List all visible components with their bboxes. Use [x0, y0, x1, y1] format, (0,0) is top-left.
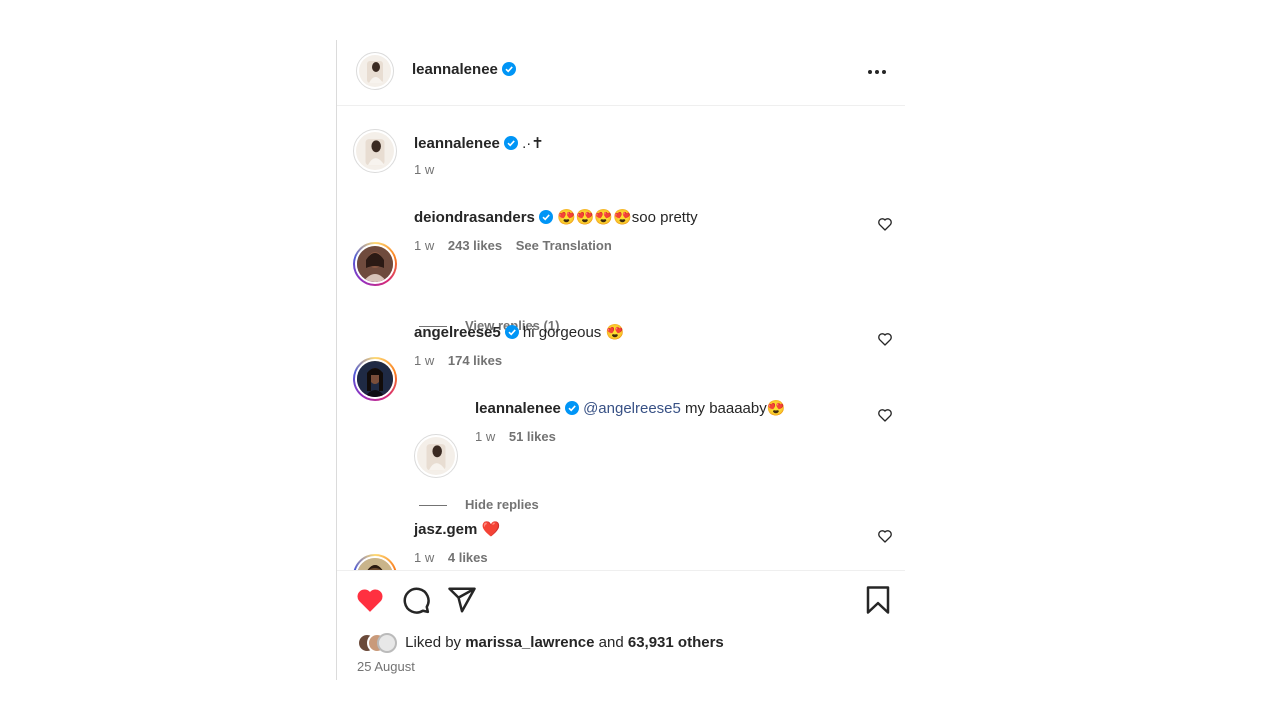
likes-count[interactable]: 51 likes	[509, 429, 556, 444]
avatar[interactable]	[353, 554, 397, 570]
timestamp[interactable]: 1 w	[475, 429, 495, 444]
reply-text: leannalenee @angelreese5 my baaaaby😍	[475, 399, 785, 417]
caption-body: .·✝	[522, 135, 544, 152]
timestamp[interactable]: 1 w	[414, 162, 434, 177]
like-heart-icon[interactable]	[877, 528, 893, 544]
verified-badge-icon	[501, 62, 516, 76]
like-heart-filled-icon[interactable]	[355, 585, 385, 615]
like-heart-icon[interactable]	[877, 216, 893, 232]
see-translation-link[interactable]: See Translation	[516, 238, 612, 253]
comment-body: 😍😍😍😍soo pretty	[557, 209, 698, 226]
caption-text: leannalenee .·✝	[414, 134, 544, 152]
like-heart-icon[interactable]	[877, 407, 893, 423]
avatar	[377, 633, 397, 653]
likes-total[interactable]: 63,931 others	[628, 634, 724, 651]
comment-icon[interactable]	[401, 585, 431, 615]
hide-replies-label[interactable]: Hide replies	[465, 497, 539, 512]
verified-badge-icon	[504, 325, 519, 339]
hide-replies-link[interactable]: Hide replies	[419, 497, 539, 512]
verified-badge-icon	[564, 401, 579, 415]
comment-body: ❤️	[481, 520, 501, 538]
comment-text: angelreese5 hi gorgeous 😍	[414, 323, 624, 341]
profile-photo-icon	[356, 132, 394, 170]
liked-by-username[interactable]: marissa_lawrence	[465, 634, 594, 651]
liked-by-row: Liked by marissa_lawrence and 63,931 oth…	[357, 633, 724, 653]
timestamp[interactable]: 1 w	[414, 353, 434, 368]
mention-link[interactable]: @angelreese5	[583, 400, 681, 417]
comment-username[interactable]: angelreese5	[414, 324, 501, 341]
reply-username[interactable]: leannalenee	[475, 400, 561, 417]
liked-by-mid: and	[594, 634, 628, 651]
comments-list: leannalenee .·✝ 1 w deiondrasanders 😍😍😍😍…	[337, 106, 905, 570]
header-username-text[interactable]: leannalenee	[412, 61, 498, 78]
avatar[interactable]	[356, 52, 394, 90]
avatar[interactable]	[353, 357, 397, 401]
reply-meta: 1 w 51 likes	[475, 429, 566, 444]
like-heart-icon[interactable]	[877, 331, 893, 347]
profile-photo-icon	[357, 246, 393, 282]
avatar[interactable]	[414, 434, 458, 478]
comment-username[interactable]: deiondrasanders	[414, 209, 535, 226]
profile-photo-icon	[359, 55, 391, 87]
reply-body: my baaaaby😍	[680, 400, 786, 417]
post-panel: leannalenee leannalenee .·✝ 1 w deiondra…	[336, 40, 905, 680]
more-options-icon[interactable]	[865, 62, 889, 82]
comment-text: jasz.gem ❤️	[414, 520, 500, 538]
comment-text: deiondrasanders 😍😍😍😍soo pretty	[414, 208, 698, 226]
likes-count[interactable]: 4 likes	[448, 550, 488, 565]
comment-meta: 1 w 4 likes	[414, 550, 498, 565]
avatar-photo	[355, 244, 395, 284]
header-username[interactable]: leannalenee	[412, 61, 516, 78]
likes-count[interactable]: 243 likes	[448, 238, 502, 253]
comment-meta: 1 w 174 likes	[414, 353, 512, 368]
avatar-photo	[355, 359, 395, 399]
post-header: leannalenee	[337, 40, 905, 106]
profile-photo-icon	[357, 361, 393, 397]
replies-divider	[419, 505, 447, 507]
comment-username[interactable]: jasz.gem	[414, 521, 477, 538]
share-icon[interactable]	[447, 585, 477, 615]
post-actions: Liked by marissa_lawrence and 63,931 oth…	[337, 570, 905, 681]
avatar[interactable]	[353, 129, 397, 173]
liked-by-prefix: Liked by	[405, 634, 466, 651]
avatar-photo	[355, 556, 395, 570]
comment-meta: 1 w 243 likes See Translation	[414, 238, 622, 253]
comment-body: hi gorgeous 😍	[522, 324, 625, 341]
timestamp[interactable]: 1 w	[414, 238, 434, 253]
caption-meta: 1 w	[414, 162, 444, 177]
liker-avatars[interactable]	[357, 633, 397, 653]
profile-photo-icon	[417, 437, 455, 475]
timestamp[interactable]: 1 w	[414, 550, 434, 565]
post-date[interactable]: 25 August	[357, 659, 415, 674]
verified-badge-icon	[538, 210, 553, 224]
caption-username[interactable]: leannalenee	[414, 135, 500, 152]
bookmark-icon[interactable]	[863, 585, 893, 615]
likes-count[interactable]: 174 likes	[448, 353, 502, 368]
avatar[interactable]	[353, 242, 397, 286]
verified-badge-icon	[503, 136, 518, 150]
profile-photo-icon	[357, 558, 393, 570]
